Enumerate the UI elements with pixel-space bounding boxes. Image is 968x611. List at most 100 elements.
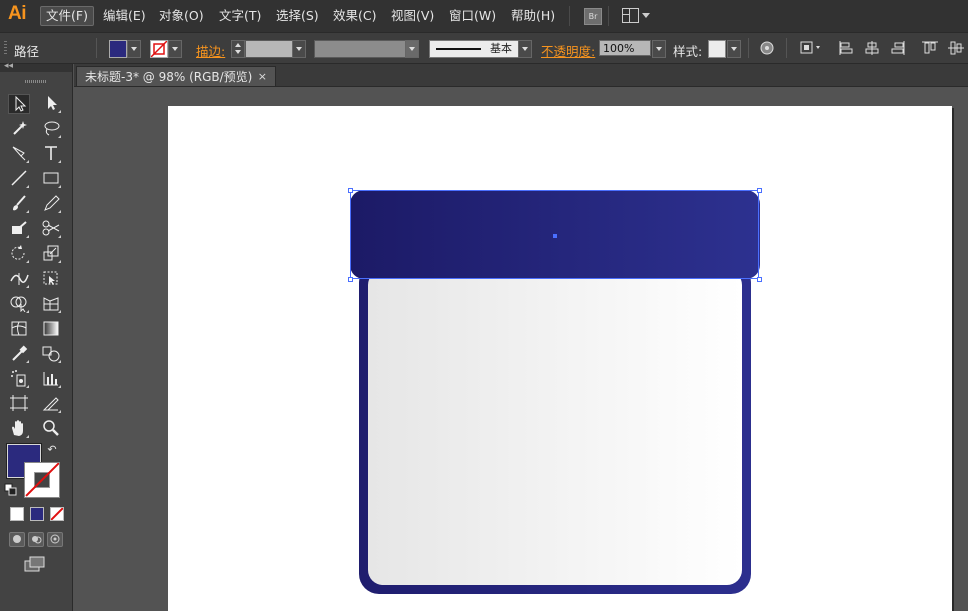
- control-bar: 路径 描边: 基本 不透明度: 100% 样式:: [0, 33, 968, 64]
- gradient-tool[interactable]: [40, 319, 62, 339]
- align-center-icon: [865, 41, 879, 55]
- fill-dropdown[interactable]: [127, 40, 141, 58]
- align-top-icon: [922, 41, 938, 54]
- selection-handle-top-right[interactable]: [757, 188, 762, 193]
- screen-mode-icon: [24, 556, 45, 572]
- draw-behind-button[interactable]: [28, 532, 44, 547]
- menu-help[interactable]: 帮助(H): [508, 7, 558, 25]
- stroke-weight-dropdown[interactable]: [292, 40, 306, 58]
- align-vertical-center-icon: [948, 41, 964, 55]
- stroke-color-swatch[interactable]: [150, 40, 168, 58]
- tools-panel: ◂◂ ↶: [0, 61, 73, 611]
- stroke-color-box[interactable]: [24, 462, 60, 498]
- jar-body-fill[interactable]: [368, 270, 742, 585]
- variable-width-profile-field[interactable]: [314, 40, 406, 58]
- brush-definition-field[interactable]: 基本: [429, 40, 519, 58]
- mesh-tool[interactable]: [8, 319, 30, 339]
- fill-color-swatch[interactable]: [109, 40, 127, 58]
- swap-fill-stroke-icon[interactable]: ↶: [44, 442, 60, 458]
- gradient-mode-button[interactable]: [30, 507, 44, 521]
- paintbrush-tool[interactable]: [8, 194, 30, 214]
- menu-separator: [569, 6, 570, 26]
- shape-builder-tool[interactable]: [8, 294, 30, 314]
- panel-grip[interactable]: [4, 41, 7, 55]
- collapse-icon[interactable]: ◂◂: [4, 61, 13, 71]
- selection-center-point: [553, 234, 557, 238]
- menu-type[interactable]: 文字(T): [216, 7, 264, 25]
- recolor-artwork-button[interactable]: [759, 41, 775, 55]
- document-tab-title: 未标题-3* @ 98% (RGB/预览): [85, 70, 253, 84]
- menu-edit[interactable]: 编辑(E): [100, 7, 149, 25]
- close-icon[interactable]: ×: [258, 67, 267, 87]
- bridge-button[interactable]: Br: [584, 8, 602, 25]
- opacity-dropdown[interactable]: [652, 40, 666, 58]
- slice-tool[interactable]: [40, 394, 62, 414]
- symbol-sprayer-tool[interactable]: [8, 369, 30, 389]
- tools-panel-header[interactable]: ◂◂: [0, 61, 72, 72]
- rotate-tool[interactable]: [8, 244, 30, 264]
- no-stroke-icon: [151, 41, 167, 57]
- width-tool[interactable]: [8, 269, 30, 289]
- brush-definition-dropdown[interactable]: [518, 40, 532, 58]
- column-graph-tool[interactable]: [40, 369, 62, 389]
- stroke-line-icon: [436, 48, 481, 50]
- menu-window[interactable]: 窗口(W): [446, 7, 499, 25]
- screen-mode-button[interactable]: [22, 554, 48, 574]
- selection-handle-bottom-right[interactable]: [757, 277, 762, 282]
- style-label: 样式:: [673, 44, 703, 59]
- pen-tool[interactable]: [8, 144, 30, 164]
- none-mode-button[interactable]: [50, 507, 64, 521]
- graphic-style-dropdown[interactable]: [727, 40, 741, 58]
- opacity-label[interactable]: 不透明度:: [541, 41, 595, 60]
- eyedropper-tool[interactable]: [8, 344, 30, 364]
- opacity-field[interactable]: 100%: [599, 40, 651, 56]
- selection-tool[interactable]: [8, 94, 30, 114]
- artboard-tool[interactable]: [8, 394, 30, 414]
- pencil-tool[interactable]: [40, 194, 62, 214]
- line-segment-tool[interactable]: [8, 169, 30, 189]
- transform-reference-button[interactable]: [800, 41, 824, 55]
- free-transform-tool[interactable]: [40, 269, 62, 289]
- align-center-button[interactable]: [864, 41, 880, 55]
- menu-view[interactable]: 视图(V): [388, 7, 437, 25]
- rectangle-tool[interactable]: [40, 169, 62, 189]
- perspective-grid-tool[interactable]: [40, 294, 62, 314]
- menu-file[interactable]: 文件(F): [40, 6, 94, 26]
- default-fill-stroke-button[interactable]: [4, 482, 18, 496]
- menu-effect[interactable]: 效果(C): [330, 7, 379, 25]
- brush-definition-label: 基本: [490, 42, 512, 55]
- selection-handle-bottom-left[interactable]: [348, 277, 353, 282]
- align-top-button[interactable]: [922, 41, 938, 55]
- stroke-dropdown[interactable]: [168, 40, 182, 58]
- blend-tool[interactable]: [40, 344, 62, 364]
- stroke-weight-spinner[interactable]: [231, 40, 245, 58]
- hand-tool[interactable]: [8, 419, 30, 439]
- panel-grip[interactable]: [25, 80, 47, 83]
- scissors-tool[interactable]: [40, 219, 62, 239]
- color-mode-button[interactable]: [10, 507, 24, 521]
- workspace-switcher-button[interactable]: [622, 8, 650, 24]
- stroke-weight-field[interactable]: [245, 40, 293, 58]
- align-vertical-center-button[interactable]: [948, 41, 964, 55]
- lasso-tool[interactable]: [40, 119, 62, 139]
- menu-object[interactable]: 对象(O): [156, 7, 207, 25]
- stroke-label[interactable]: 描边:: [196, 41, 225, 60]
- default-colors-icon: [4, 483, 17, 496]
- zoom-tool[interactable]: [40, 419, 62, 439]
- direct-selection-tool[interactable]: [40, 94, 62, 114]
- type-tool[interactable]: [40, 144, 62, 164]
- graphic-style-swatch[interactable]: [708, 40, 726, 58]
- selection-handle-top-left[interactable]: [348, 188, 353, 193]
- draw-normal-button[interactable]: [9, 532, 25, 547]
- none-icon: [51, 508, 63, 520]
- align-left-button[interactable]: [838, 41, 854, 55]
- draw-normal-icon: [13, 535, 21, 543]
- magic-wand-tool[interactable]: [8, 119, 30, 139]
- document-tab[interactable]: 未标题-3* @ 98% (RGB/预览) ×: [76, 66, 276, 86]
- scale-tool[interactable]: [40, 244, 62, 264]
- align-right-button[interactable]: [890, 41, 906, 55]
- menu-select[interactable]: 选择(S): [273, 7, 322, 25]
- blob-brush-tool[interactable]: [8, 219, 30, 239]
- draw-inside-button[interactable]: [47, 532, 63, 547]
- variable-width-dropdown[interactable]: [405, 40, 419, 58]
